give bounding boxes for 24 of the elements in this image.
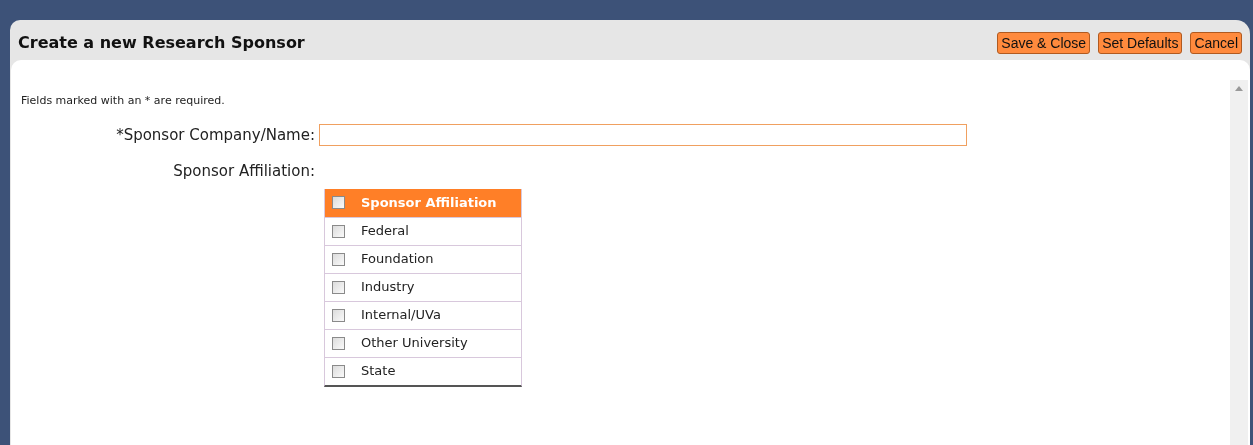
required-note: Fields marked with an * are required. (21, 93, 226, 109)
option-label: Industry (361, 278, 415, 297)
scroll-up-icon[interactable] (1235, 86, 1243, 91)
checkbox[interactable] (332, 224, 345, 238)
list-header: Sponsor Affiliation (361, 193, 497, 212)
checkbox[interactable] (332, 364, 345, 378)
checkbox[interactable] (332, 252, 345, 266)
checkbox[interactable] (332, 308, 345, 322)
dialog-button[interactable]: Set Defaults (1098, 32, 1183, 54)
dialog-button[interactable]: Cancel (1190, 32, 1242, 54)
checkbox[interactable] (332, 280, 345, 294)
dialog-button[interactable]: Save & Close (997, 32, 1091, 54)
option-label: State (361, 362, 396, 381)
input-field[interactable] (319, 123, 967, 146)
scrollbar[interactable] (1230, 80, 1248, 445)
option-label: Federal (361, 222, 409, 241)
option-label: Other University (361, 334, 468, 353)
option-label: Internal/UVa (361, 306, 441, 325)
checkbox[interactable] (332, 196, 345, 209)
field-label: Sponsor Affiliation: (172, 161, 316, 182)
checkbox[interactable] (332, 336, 345, 350)
option-label: Foundation (361, 250, 434, 269)
dialog-title: Create a new Research Sponsor (18, 32, 305, 54)
field-label: *Sponsor Company/Name: (115, 124, 316, 146)
